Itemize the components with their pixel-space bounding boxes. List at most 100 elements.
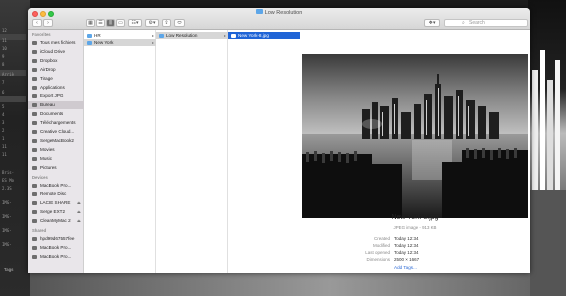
sidebar-item-label: SergeMacBook2 <box>40 137 74 143</box>
sidebar-item[interactable]: Export JPG <box>28 92 84 100</box>
list-view-button[interactable]: ☰ <box>96 19 105 27</box>
disclosure-arrow-icon: ▸ <box>223 33 226 38</box>
folder-icon <box>159 33 164 38</box>
sidebar-item[interactable]: hpd99d67557fee <box>28 235 84 243</box>
desktop-mark: 7 <box>2 80 5 85</box>
desktop-file-label: Bris- <box>2 170 15 175</box>
folder-row[interactable]: Low Resolution ▸ <box>156 32 228 39</box>
desktop-mark: 4 <box>2 112 5 117</box>
folder-icon <box>32 76 37 81</box>
sidebar-item[interactable]: Dropbox <box>28 57 84 65</box>
desktop-file-label: IMG- <box>2 214 12 219</box>
desktop-mark: 5 <box>2 104 5 109</box>
tags-button[interactable]: ⬭ <box>174 19 185 27</box>
sidebar-item-label: Export JPG <box>40 93 64 99</box>
dropbox-button[interactable]: ❖▾ <box>424 19 440 27</box>
sidebar-item[interactable]: Serge EXT2 ⏏ <box>28 208 84 216</box>
sidebar-item[interactable]: Téléchargements <box>28 119 84 127</box>
sidebar-item-label: Bureau <box>40 102 55 108</box>
back-button[interactable]: ‹ <box>32 19 42 27</box>
disclosure-arrow-icon: ▸ <box>151 33 154 38</box>
meta-key: Dimensions <box>366 257 390 262</box>
icloud-icon <box>32 49 37 54</box>
cover-flow-view-button[interactable]: ▭ <box>116 19 125 27</box>
desktop-mark: 9 <box>2 54 5 59</box>
tag-icon: ⬭ <box>177 20 182 26</box>
sidebar-item-label: Remote Disc <box>40 191 67 197</box>
laptop-icon <box>32 183 37 188</box>
sidebar-item[interactable]: Applications <box>28 84 84 92</box>
desktop-mark: 8 <box>2 62 5 67</box>
folder-row[interactable]: New York ▸ <box>84 39 156 46</box>
folder-icon <box>87 33 92 38</box>
desktop-mark: 1 <box>2 136 5 141</box>
meta-modified: Modified Today 12:34 <box>300 243 530 249</box>
arrange-icon: ☷▾ <box>131 20 139 26</box>
sidebar-item[interactable]: Tirage <box>28 75 84 83</box>
sidebar-item[interactable]: LACIE SHARE ⏏ <box>28 199 84 207</box>
sidebar-item[interactable]: Movies <box>28 146 84 154</box>
sidebar-item[interactable]: AirDrop <box>28 66 84 74</box>
sidebar-item[interactable]: MacBook Pro... <box>28 182 84 190</box>
sidebar-item[interactable]: CleanMyMac 2 ⏏ <box>28 217 84 225</box>
sidebar-item-label: Documents <box>40 111 64 117</box>
eject-icon[interactable]: ⏏ <box>77 217 81 225</box>
forward-button[interactable]: › <box>43 19 53 27</box>
sidebar-favorites-header: Favorites <box>32 32 51 37</box>
sidebar-shared-header: Shared <box>32 228 47 233</box>
downloads-icon <box>32 121 37 126</box>
disclosure-arrow-icon: ▸ <box>151 40 154 45</box>
desktop-mark: 10 <box>2 46 7 51</box>
sidebar-item[interactable]: Remote Disc <box>28 190 84 198</box>
sidebar-item[interactable]: Creative Cloud... <box>28 128 84 136</box>
sidebar-item-label: hpd99d67557fee <box>40 236 75 241</box>
sidebar-devices-header: Devices <box>32 174 48 180</box>
browser-column-1: HR ▸ New York ▸ <box>84 30 156 273</box>
eject-icon[interactable]: ⏏ <box>77 208 81 216</box>
image-file-icon <box>231 33 236 38</box>
meta-value: Today 12:34 <box>394 243 419 248</box>
desktop-mark: 11 <box>2 144 7 149</box>
sidebar-item[interactable]: Tous mes fichiers <box>28 39 84 47</box>
documents-icon <box>32 112 37 117</box>
sidebar-item-label: Tirage <box>40 75 53 81</box>
desktop-file-label: ES Mo <box>2 178 15 183</box>
desktop-mark: 6 <box>2 90 5 95</box>
sidebar-item[interactable]: SergeMacBook2 <box>28 137 84 145</box>
window-titlebar[interactable]: Low Resolution ‹ › ▦ ☰ ⫼ ▭ ☷▾ ⚙▾ ⇪ ⬭ ❖▾ … <box>28 8 530 30</box>
all-files-icon <box>32 41 37 45</box>
share-button[interactable]: ⇪ <box>162 19 171 27</box>
sidebar-item[interactable]: Music <box>28 155 84 163</box>
drive-icon <box>32 210 37 215</box>
sidebar-item[interactable]: Documents <box>28 110 84 118</box>
window-title-text: Low Resolution <box>264 10 303 16</box>
meta-key: Last opened <box>365 250 390 255</box>
row-label: New York <box>94 40 114 45</box>
meta-value: 2500 × 1667 <box>394 257 420 262</box>
add-tags-link[interactable]: Add Tags... <box>394 265 417 270</box>
sidebar-item-label: AirDrop <box>40 66 56 72</box>
meta-key: Modified <box>372 243 390 248</box>
search-input[interactable]: ⌕ Search <box>444 19 528 27</box>
eject-icon[interactable]: ⏏ <box>77 199 81 207</box>
arrange-button[interactable]: ☷▾ <box>128 19 142 27</box>
sidebar-item[interactable]: Pictures <box>28 164 84 172</box>
search-icon: ⌕ <box>462 20 465 26</box>
folder-icon <box>87 40 92 45</box>
home-icon <box>32 138 37 143</box>
search-placeholder: Search <box>469 20 485 26</box>
airdrop-icon <box>32 67 37 72</box>
desktop-file-label: 2.3S <box>2 186 12 191</box>
action-button[interactable]: ⚙▾ <box>145 19 159 27</box>
sidebar-item[interactable]: MacBook Pro... <box>28 253 84 261</box>
meta-last-opened: Last opened Today 12:34 <box>300 250 530 256</box>
sidebar-item[interactable]: iCloud Drive <box>28 48 84 56</box>
sidebar-item[interactable]: Bureau <box>28 101 84 110</box>
sidebar-item[interactable]: MacBook Pro... <box>28 244 84 252</box>
icon-view-button[interactable]: ▦ <box>86 19 95 27</box>
preview-image <box>302 54 528 218</box>
folder-row[interactable]: HR ▸ <box>84 32 156 39</box>
meta-created: Created Today 12:34 <box>300 236 530 242</box>
column-view-button[interactable]: ⫼ <box>106 19 115 27</box>
row-label: Low Resolution <box>166 33 198 38</box>
